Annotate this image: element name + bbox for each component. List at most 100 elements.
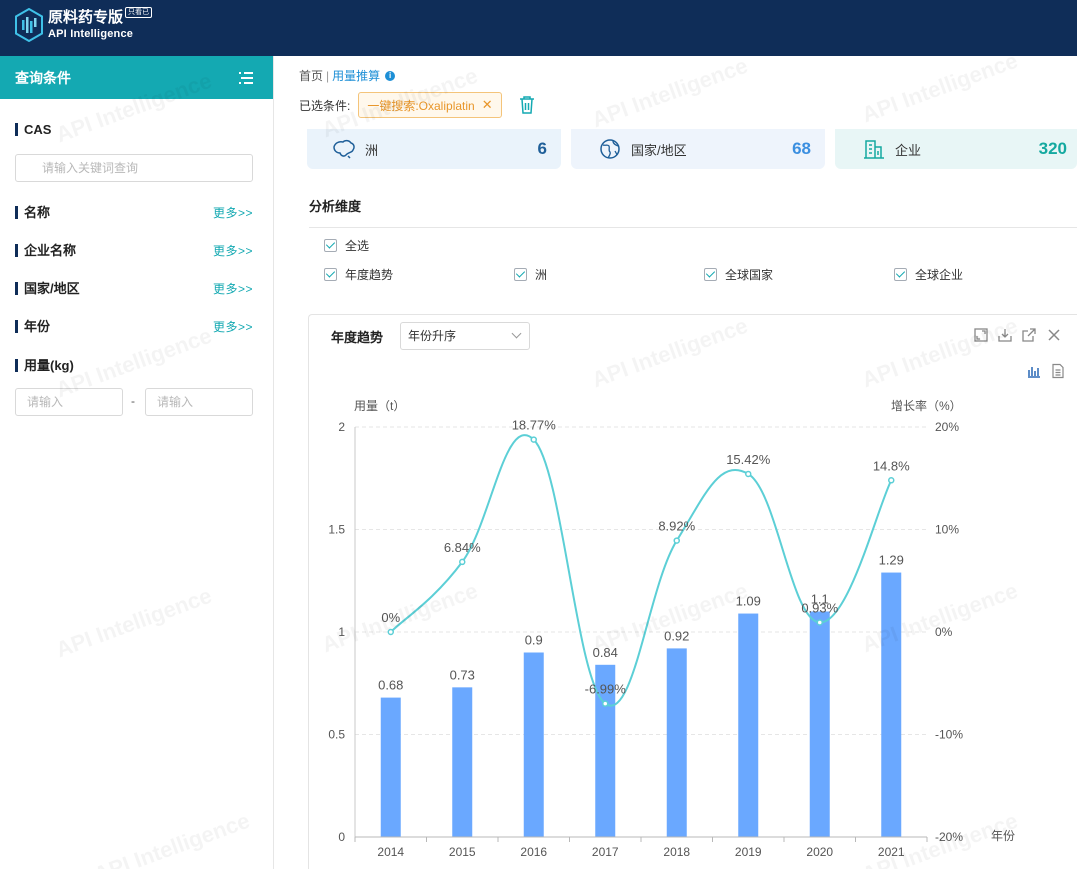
- logo-icon: [15, 8, 43, 42]
- checkbox-label: 洲: [535, 268, 548, 282]
- continent-map-icon: [333, 139, 355, 159]
- growth-value-label: 18.77%: [512, 418, 557, 433]
- growth-point: [459, 558, 466, 566]
- x-tick-label: 2020: [806, 845, 833, 859]
- y-tick-right: -20%: [935, 830, 963, 844]
- checkbox-label: 全球国家: [725, 268, 774, 282]
- brand-title: 原料药专版: [48, 9, 124, 26]
- checkbox-checked-icon: [324, 239, 337, 252]
- breadcrumb-current: 用量推算: [332, 69, 381, 83]
- checkbox-checked-icon: [514, 268, 527, 281]
- growth-point: [816, 619, 823, 626]
- y-tick-left: 0: [338, 830, 345, 844]
- divider: [309, 227, 1077, 228]
- more-link-year[interactable]: 更多>>: [213, 318, 253, 335]
- filter-tag: 一键搜索:Oxaliplatin ✕: [358, 92, 502, 118]
- bar: [738, 613, 759, 837]
- globe-icon: [600, 139, 620, 159]
- stat-label: 国家/地区: [631, 142, 687, 158]
- checkbox-checked-icon: [894, 268, 907, 281]
- bar: [666, 648, 687, 837]
- growth-point: [745, 470, 752, 478]
- info-icon[interactable]: i: [385, 70, 396, 81]
- x-axis-label: 年份: [991, 829, 1015, 843]
- section-name: 名称 更多>>: [15, 203, 253, 221]
- growth-point: [530, 436, 537, 443]
- bar-value-label: 1.29: [879, 553, 904, 568]
- growth-point: [387, 628, 394, 636]
- growth-value-label: 0.93%: [801, 600, 838, 615]
- usage-min-input[interactable]: 请输入: [15, 388, 123, 416]
- section-cas: CAS: [15, 120, 253, 138]
- y-tick-right: 0%: [935, 625, 953, 639]
- stat-label: 企业: [895, 142, 922, 158]
- y-axis-right-label: 增长率（%）: [891, 398, 962, 413]
- usage-max-input[interactable]: 请输入: [145, 388, 253, 416]
- y-tick-left: 1: [338, 625, 345, 639]
- close-icon[interactable]: ✕: [482, 97, 493, 113]
- growth-point: [888, 477, 895, 484]
- checkbox-global-company[interactable]: 全球企业: [894, 266, 963, 283]
- stat-card-continent[interactable]: 洲 6: [307, 129, 561, 169]
- checkbox-annual-trend[interactable]: 年度趋势: [324, 266, 393, 283]
- section-label: 年份: [15, 319, 50, 333]
- checkbox-label: 年度趋势: [345, 268, 394, 282]
- checkbox-checked-icon: [324, 268, 337, 281]
- watermark: API Intelligence: [858, 48, 1021, 128]
- x-tick-label: 2016: [520, 845, 547, 859]
- stat-value: 320: [1038, 139, 1067, 158]
- filter-label: 已选条件:: [299, 98, 351, 113]
- stat-value: 68: [792, 139, 811, 158]
- section-label: CAS: [15, 122, 51, 136]
- brand-badge: 只看已: [125, 7, 153, 18]
- brand-logo[interactable]: 原料药专版 只看已 API Intelligence: [14, 7, 153, 42]
- x-tick-label: 2017: [592, 845, 619, 859]
- trend-chart: 用量（t） 增长率（%） 年份 0 0.5 1 1.5 2 -20% -10% 0% 10% 2…: [328, 398, 1015, 859]
- more-link-company[interactable]: 更多>>: [213, 242, 253, 259]
- collapse-menu-icon[interactable]: [239, 71, 253, 84]
- sidebar-header: 查询条件: [0, 56, 273, 99]
- section-country: 国家/地区 更多>>: [15, 279, 253, 297]
- query-sidebar: 查询条件 CAS 请输入关键词查询 名称 更多>> 企业名称 更多>> 国家/地…: [0, 56, 274, 869]
- checkbox-label: 全球企业: [915, 268, 964, 282]
- y-tick-left: 2: [338, 420, 345, 434]
- building-icon: [864, 140, 884, 159]
- bar: [452, 687, 473, 837]
- checkbox-select-all[interactable]: 全选: [324, 237, 369, 254]
- bar: [380, 697, 401, 837]
- y-tick-left: 1.5: [328, 523, 345, 537]
- growth-value-label: 8.92%: [658, 519, 695, 534]
- stat-card-country[interactable]: 国家/地区 68: [571, 129, 825, 169]
- section-label: 企业名称: [15, 243, 76, 257]
- cas-search-input[interactable]: 请输入关键词查询: [15, 154, 253, 182]
- growth-point: [673, 537, 680, 544]
- section-label: 国家/地区: [15, 281, 80, 295]
- stat-card-company[interactable]: 企业 320: [835, 129, 1077, 169]
- trash-icon[interactable]: [518, 95, 536, 115]
- growth-point: [602, 700, 609, 707]
- top-header: 原料药专版 只看已 API Intelligence: [0, 0, 1077, 56]
- bar-value-label: 0.92: [664, 628, 689, 643]
- bar: [523, 652, 544, 837]
- section-company: 企业名称 更多>>: [15, 241, 253, 259]
- bar-value-label: 0.9: [525, 633, 543, 648]
- growth-value-label: 0%: [381, 610, 400, 625]
- section-usage: 用量(kg): [15, 356, 253, 374]
- checkbox-continent[interactable]: 洲: [514, 266, 547, 283]
- filter-tag-text: 一键搜索:Oxaliplatin: [367, 98, 475, 113]
- more-link-country[interactable]: 更多>>: [213, 280, 253, 297]
- bar-value-label: 0.73: [450, 667, 475, 682]
- bar: [881, 572, 902, 837]
- breadcrumb-separator: |: [326, 68, 330, 83]
- checkbox-global-country[interactable]: 全球国家: [704, 266, 773, 283]
- y-tick-right: 10%: [935, 523, 959, 537]
- y-axis-left-label: 用量（t）: [354, 399, 405, 413]
- more-link-name[interactable]: 更多>>: [213, 204, 253, 221]
- trend-chart-panel: 年度趋势 年份升序 用量（t） 增长率（%） 年份 0 0.5 1 1.5 2 -20%…: [308, 314, 1077, 869]
- checkbox-checked-icon: [704, 268, 717, 281]
- stat-label: 洲: [365, 142, 379, 158]
- x-tick-label: 2021: [878, 845, 905, 859]
- growth-value-label: -6.99%: [585, 682, 627, 697]
- breadcrumb-home[interactable]: 首页: [299, 67, 323, 84]
- brand-subtitle: API Intelligence: [48, 28, 134, 40]
